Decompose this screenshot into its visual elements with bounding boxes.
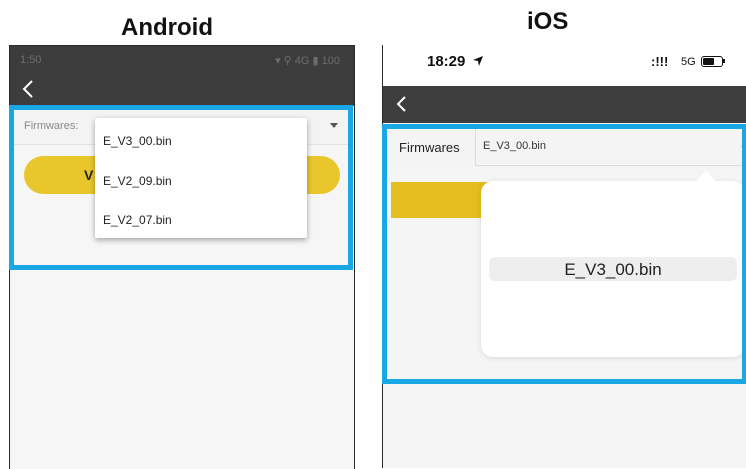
dropdown-option-1[interactable]: E_V3_00.bin	[103, 134, 172, 148]
ios-app-bar	[383, 86, 746, 123]
ios-status-time: 18:29	[427, 53, 466, 70]
dropdown-caret-icon[interactable]	[330, 123, 338, 128]
android-phone-screen: 1:50 ▾ ⚲ 4G ▮ 100 Firmwares: V E_V3_00.b…	[9, 45, 355, 469]
update-button-label: V	[84, 167, 94, 183]
battery-icon	[701, 56, 723, 67]
field-underline	[475, 165, 743, 166]
ios-signal-icon: :!!!	[651, 54, 669, 69]
dropdown-option-3[interactable]: E_V2_07.bin	[103, 213, 172, 227]
back-arrow-icon[interactable]	[20, 78, 38, 100]
ios-heading: iOS	[527, 8, 569, 35]
field-divider	[475, 129, 476, 165]
location-arrow-icon	[473, 56, 483, 66]
firmware-dropdown-menu: E_V3_00.bin E_V2_09.bin E_V2_07.bin	[95, 118, 307, 238]
popover-arrow	[696, 171, 716, 181]
firmware-picker-popover: E_V3_00.bin	[481, 171, 745, 357]
android-status-bar: 1:50 ▾ ⚲ 4G ▮ 100	[10, 46, 354, 74]
firmware-label: Firmwares	[399, 140, 460, 155]
android-heading: Android	[121, 14, 213, 41]
android-status-time: 1:50	[20, 54, 42, 66]
ios-content: Firmwares E_V3_00.bin E_V3_00.bin	[383, 123, 746, 468]
firmware-value[interactable]: E_V3_00.bin	[483, 140, 546, 152]
firmware-label: Firmwares:	[24, 120, 79, 132]
dropdown-caret-icon[interactable]	[741, 146, 746, 150]
dropdown-option-2[interactable]: E_V2_09.bin	[103, 174, 172, 188]
ios-network-label: 5G	[681, 56, 696, 68]
android-app-bar	[10, 74, 354, 106]
ios-status-bar: 18:29 :!!! 5G	[383, 45, 746, 85]
firmware-select-row[interactable]: Firmwares E_V3_00.bin	[387, 123, 746, 173]
android-status-icons: ▾ ⚲ 4G ▮ 100	[275, 55, 340, 67]
back-arrow-icon[interactable]	[395, 94, 409, 114]
battery-tip	[723, 59, 725, 63]
picker-selected-option[interactable]: E_V3_00.bin	[481, 260, 745, 280]
android-content: Firmwares: V E_V3_00.bin E_V2_09.bin E_V…	[10, 106, 354, 469]
ios-phone-screen: 18:29 :!!! 5G Firmwares E_V3_00.bin E_V3…	[382, 45, 746, 468]
